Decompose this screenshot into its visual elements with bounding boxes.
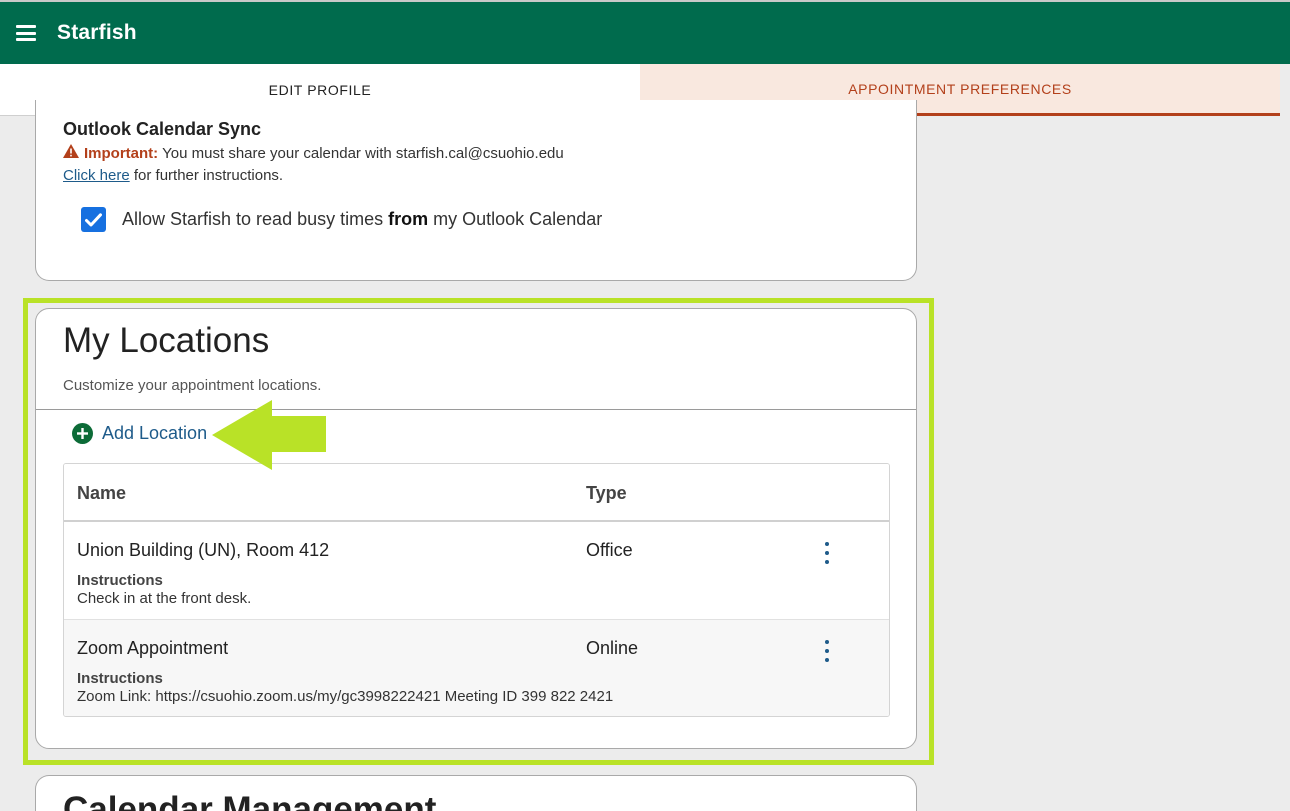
location-name: Zoom Appointment — [77, 638, 229, 658]
warning-icon — [63, 144, 79, 162]
table-row: Union Building (UN), Room 412 Office Ins… — [64, 522, 889, 619]
important-label: Important: — [84, 144, 159, 162]
outlook-sync-card: Outlook Calendar Sync Important: You mus… — [35, 100, 917, 281]
outlook-read-checkbox-row: Allow Starfish to read busy times from m… — [81, 207, 602, 232]
instructions-line: Click here for further instructions. — [63, 167, 283, 184]
column-header-name: Name — [77, 483, 127, 503]
instructions-text: Zoom Link: https://csuohio.zoom.us/my/gc… — [77, 688, 614, 705]
important-text: You must share your calendar with starfi… — [162, 144, 564, 162]
table-header: Name Type — [64, 464, 889, 522]
column-header-type: Type — [586, 483, 627, 503]
menu-icon[interactable] — [16, 25, 36, 41]
calendar-management-title: Calendar Management — [63, 790, 437, 811]
more-vertical-icon[interactable] — [820, 640, 834, 662]
checkmark-icon — [85, 212, 102, 226]
pointer-arrow — [212, 400, 326, 470]
outlook-sync-title: Outlook Calendar Sync — [63, 119, 262, 139]
app-title: Starfish — [57, 21, 137, 44]
instructions-label: Instructions — [77, 572, 163, 589]
outlook-read-checkbox[interactable] — [81, 207, 106, 232]
add-location-button[interactable]: Add Location — [72, 423, 207, 444]
outlook-warning: Important: You must share your calendar … — [63, 144, 564, 162]
location-name: Union Building (UN), Room 412 — [77, 540, 330, 560]
locations-table: Name Type Union Building (UN), Room 412 … — [63, 463, 890, 717]
instructions-text: Check in at the front desk. — [77, 590, 252, 607]
location-type: Office — [586, 540, 633, 560]
my-locations-title: My Locations — [63, 321, 270, 360]
table-row: Zoom Appointment Online Instructions Zoo… — [64, 619, 889, 716]
add-location-label: Add Location — [102, 423, 208, 443]
app-header: Starfish — [0, 2, 1290, 64]
link-suffix: for further instructions. — [133, 167, 284, 184]
location-type: Online — [586, 638, 639, 658]
my-locations-subtitle: Customize your appointment locations. — [63, 377, 322, 394]
click-here-link[interactable]: Click here — [63, 167, 130, 184]
divider — [36, 409, 916, 410]
more-vertical-icon[interactable] — [820, 542, 834, 564]
my-locations-card: My Locations Customize your appointment … — [35, 308, 917, 749]
plus-circle-icon — [72, 423, 93, 444]
instructions-label: Instructions — [77, 670, 163, 687]
outlook-read-checkbox-label: Allow Starfish to read busy times from m… — [122, 209, 603, 229]
calendar-management-card: Calendar Management — [35, 775, 917, 811]
